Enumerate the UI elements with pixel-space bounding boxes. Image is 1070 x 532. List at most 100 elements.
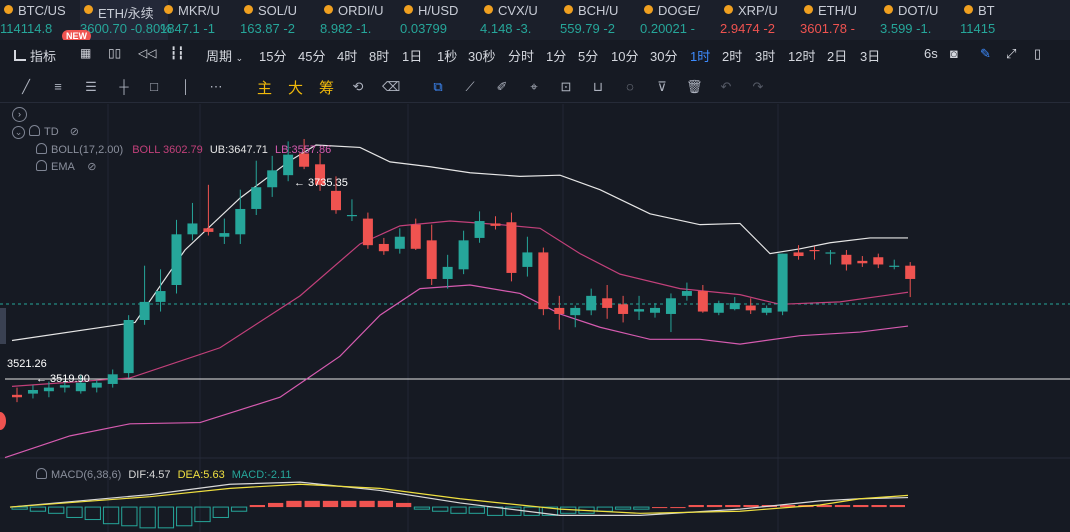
candle-body bbox=[394, 236, 405, 249]
boll-mid-value: BOLL 3602.79 bbox=[132, 144, 203, 156]
candle-body bbox=[554, 307, 565, 314]
left-panel-handle[interactable] bbox=[0, 308, 6, 344]
candlestick-chart[interactable] bbox=[0, 0, 1070, 532]
candle-body bbox=[59, 385, 70, 388]
candle-body bbox=[187, 223, 198, 235]
macd-bar bbox=[413, 506, 431, 510]
candle-body bbox=[378, 243, 389, 252]
candle-body bbox=[490, 223, 501, 226]
macd-legend: MACD(6,38,6) DIF:4.57 DEA:5.63 MACD:-2.1… bbox=[36, 468, 291, 481]
macd-bar bbox=[84, 506, 101, 521]
macd-bar bbox=[688, 505, 704, 508]
boll-lb-value: LB:3557.86 bbox=[275, 144, 332, 156]
macd-bar bbox=[268, 502, 284, 508]
macd-bar bbox=[633, 506, 650, 510]
macd-bar bbox=[121, 506, 138, 527]
macd-value: MACD:-2.11 bbox=[231, 469, 292, 481]
candle-body bbox=[793, 252, 804, 257]
boll-legend: BOLL(17,2.00) BOLL 3602.79 UB:3647.71 LB… bbox=[36, 143, 331, 156]
candle-body bbox=[139, 301, 150, 320]
alarm-icon[interactable] bbox=[36, 160, 47, 171]
macd-bar bbox=[48, 506, 65, 514]
candle-body bbox=[442, 266, 453, 279]
candle-body bbox=[681, 291, 692, 296]
candle-body bbox=[107, 374, 118, 384]
macd-bar bbox=[102, 506, 120, 525]
candle-body bbox=[841, 254, 852, 265]
macd-bar bbox=[706, 505, 723, 508]
ema-legend: EMA ⊘ bbox=[36, 160, 97, 173]
candle-body bbox=[857, 260, 868, 264]
candle-body bbox=[570, 307, 581, 316]
cursor-price-label: 3521.26 bbox=[7, 358, 47, 370]
candle-body bbox=[474, 221, 485, 238]
boll-ub-value: UB:3647.71 bbox=[209, 144, 268, 156]
macd-bar bbox=[139, 506, 156, 529]
macd-bar bbox=[29, 506, 47, 512]
macd-bar bbox=[157, 506, 175, 529]
candle-body bbox=[618, 304, 629, 314]
collapse-icon[interactable]: ⌄ bbox=[12, 126, 25, 139]
candle-body bbox=[538, 252, 549, 310]
macd-bar bbox=[450, 506, 467, 514]
macd-bar bbox=[614, 506, 632, 510]
candle-body bbox=[12, 394, 22, 398]
macd-bar bbox=[889, 505, 905, 508]
eye-hidden-icon[interactable]: ⊘ bbox=[70, 126, 79, 138]
macd-bar bbox=[341, 500, 357, 508]
macd-bar bbox=[230, 506, 248, 512]
macd-bar bbox=[249, 505, 265, 508]
candle-body bbox=[889, 265, 900, 267]
macd-bar bbox=[359, 500, 375, 508]
macd-label: MACD(6,38,6) bbox=[51, 469, 122, 481]
macd-bar bbox=[212, 506, 229, 518]
candle-body bbox=[873, 257, 884, 265]
candle-body bbox=[729, 303, 740, 310]
low-price-annotation: ← 3519.90 bbox=[36, 373, 90, 385]
macd-bar bbox=[176, 506, 193, 527]
dif-value: DIF:4.57 bbox=[128, 469, 171, 481]
candle-body bbox=[203, 228, 214, 232]
alarm-icon[interactable] bbox=[36, 468, 47, 479]
candle-body bbox=[458, 240, 469, 270]
macd-bar bbox=[286, 500, 302, 508]
candle-body bbox=[697, 291, 708, 312]
candle-body bbox=[506, 222, 517, 273]
candle-body bbox=[634, 309, 645, 312]
candle-body bbox=[235, 208, 246, 235]
macd-bar bbox=[377, 500, 393, 508]
candle-body bbox=[267, 170, 278, 188]
macd-bar bbox=[670, 507, 686, 509]
collapse-legend-button[interactable]: › bbox=[12, 107, 27, 122]
macd-bar bbox=[725, 505, 741, 508]
td-label: TD bbox=[44, 126, 59, 138]
candle-body bbox=[809, 250, 820, 252]
boll-label: BOLL(17,2.00) bbox=[51, 144, 124, 156]
candle-body bbox=[219, 233, 230, 237]
candle-body bbox=[905, 265, 916, 279]
candle-body bbox=[123, 320, 134, 374]
macd-dea-line bbox=[9, 483, 909, 514]
macd-bar bbox=[432, 506, 449, 512]
dea-value: DEA:5.63 bbox=[177, 469, 225, 481]
td-legend: ⌄ TD ⊘ bbox=[12, 125, 79, 139]
macd-bar bbox=[468, 506, 485, 514]
candle-body bbox=[586, 295, 597, 311]
alarm-icon[interactable] bbox=[36, 143, 47, 154]
macd-bar bbox=[66, 506, 83, 518]
candle-body bbox=[522, 252, 533, 267]
eye-hidden-icon[interactable]: ⊘ bbox=[87, 161, 96, 173]
candle-body bbox=[777, 253, 788, 312]
candle-body bbox=[362, 218, 373, 246]
candle-body bbox=[283, 154, 294, 176]
alarm-icon[interactable] bbox=[29, 125, 40, 136]
macd-bar bbox=[853, 505, 869, 508]
candle-body bbox=[761, 307, 772, 313]
macd-bar bbox=[194, 506, 211, 523]
candle-body bbox=[825, 252, 836, 254]
candle-body bbox=[426, 240, 437, 279]
macd-bar bbox=[834, 505, 851, 508]
macd-bar bbox=[304, 500, 320, 508]
candle-body bbox=[650, 307, 660, 313]
macd-bar bbox=[652, 507, 668, 509]
